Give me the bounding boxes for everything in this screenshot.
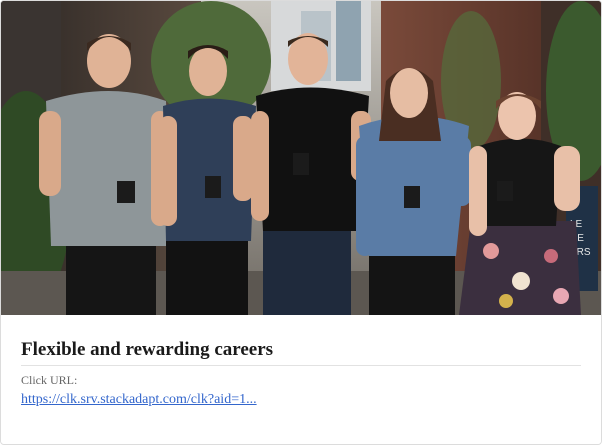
ad-card[interactable]: LE RE ERS	[0, 0, 602, 445]
ad-photo[interactable]: LE RE ERS	[1, 1, 601, 315]
click-url-label: Click URL:	[21, 373, 78, 387]
click-url-link[interactable]: https://clk.srv.stackadapt.com/clk?aid=1…	[21, 392, 257, 408]
ad-title: Flexible and rewarding careers	[21, 339, 274, 360]
ad-photo-image[interactable]: LE RE ERS	[1, 1, 601, 315]
title-divider	[21, 365, 581, 366]
ad-body: Flexible and rewarding careers Click URL…	[1, 315, 601, 444]
